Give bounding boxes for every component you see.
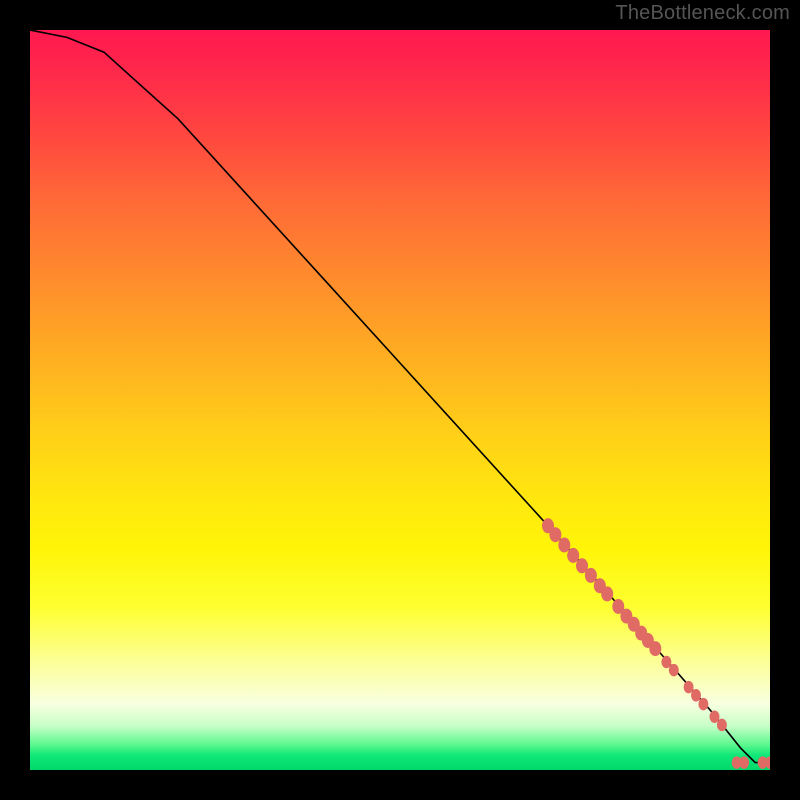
watermark-text: TheBottleneck.com — [615, 2, 790, 25]
data-marker — [698, 698, 708, 711]
data-marker — [558, 538, 570, 553]
data-marker — [601, 586, 613, 601]
chart-svg — [30, 30, 770, 770]
marker-group — [542, 518, 770, 769]
data-marker — [739, 756, 749, 769]
data-marker — [549, 527, 561, 542]
data-marker — [717, 719, 727, 732]
data-marker — [691, 689, 701, 702]
data-marker — [669, 664, 679, 677]
data-marker — [649, 641, 661, 656]
chart-plot-area — [30, 30, 770, 770]
data-marker — [585, 568, 597, 583]
data-marker — [567, 548, 579, 563]
